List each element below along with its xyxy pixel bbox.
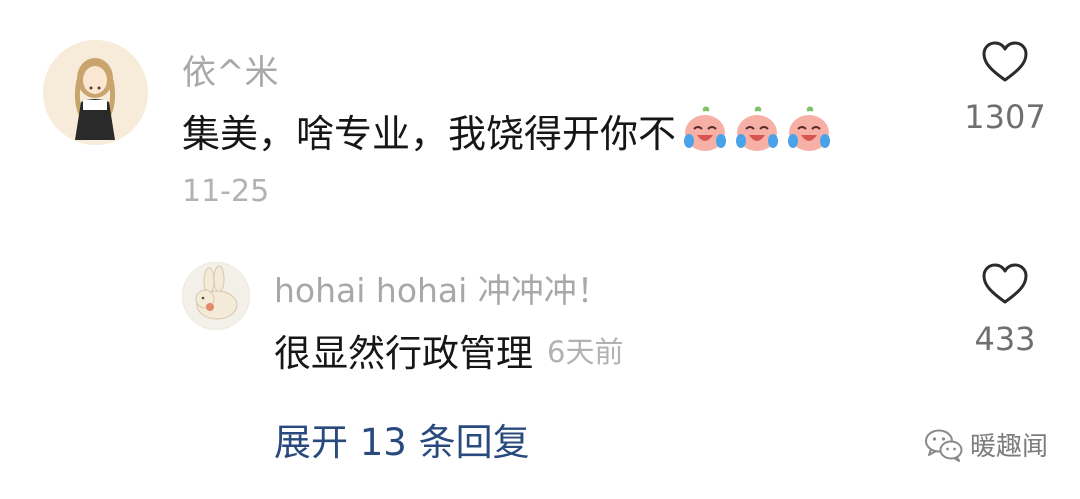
expand-replies-link[interactable]: 展开 13 条回复 [274,412,530,466]
reply-like-count: 433 [974,320,1036,358]
commenter-username[interactable]: 依^米 [182,45,279,94]
watermark: 暖趣闻 [924,426,1048,463]
reply-username[interactable]: hohai hohai 冲冲冲！ [274,264,610,312]
heart-outline-icon[interactable] [981,262,1029,306]
commenter-avatar[interactable] [43,40,148,145]
comment-like-button[interactable]: 1307 [960,40,1050,136]
reply-time: 6天前 [547,335,624,369]
heart-outline-icon[interactable] [981,40,1029,84]
emoji-group [680,105,836,155]
reply-text-row: 很显然行政管理 6天前 [274,325,623,375]
reply-avatar[interactable] [182,262,250,330]
reply-text: 很显然行政管理 [274,332,533,375]
comment-text: 集美，啥专业，我饶得开你不 [182,111,677,156]
laugh-cry-emoji-icon [684,106,727,151]
comment-text-row: 集美，啥专业，我饶得开你不 [182,103,836,157]
laugh-cry-emoji-icon [788,106,831,151]
comment-like-count: 1307 [964,98,1046,136]
wechat-icon [925,429,963,462]
laugh-cry-emoji-icon [736,106,779,151]
reply-like-button[interactable]: 433 [960,262,1050,358]
watermark-text: 暖趣闻 [970,432,1049,462]
comment-date: 11-25 [182,174,270,209]
